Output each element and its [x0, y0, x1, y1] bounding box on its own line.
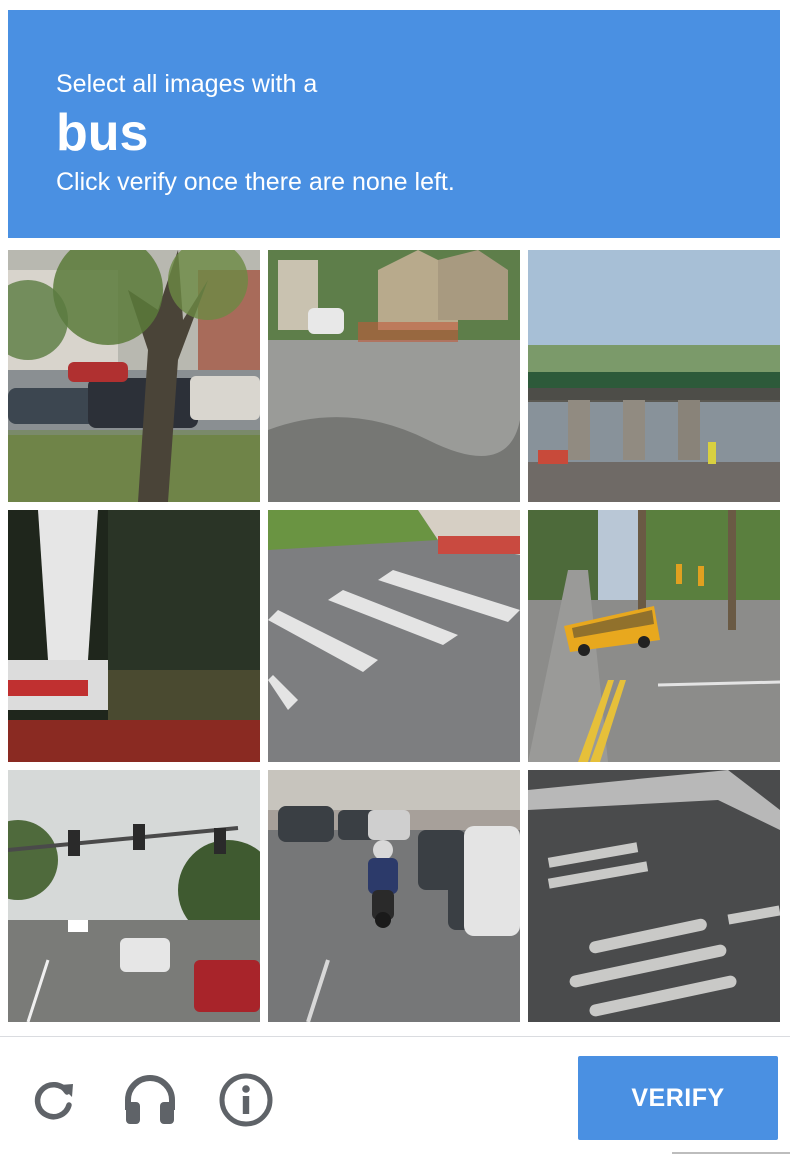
footer-divider [0, 1036, 790, 1037]
tile-8-image [268, 770, 520, 1022]
audio-challenge-icon[interactable] [122, 1072, 178, 1128]
tile-9-image [528, 770, 780, 1022]
reload-icon[interactable] [26, 1072, 82, 1128]
image-tile-5[interactable] [268, 510, 520, 762]
image-tile-4[interactable] [8, 510, 260, 762]
image-tile-9[interactable] [528, 770, 780, 1022]
tile-2-image [268, 250, 520, 502]
challenge-header: Select all images with a bus Click verif… [8, 10, 780, 238]
verify-button[interactable]: VERIFY [578, 1056, 778, 1140]
info-icon[interactable] [218, 1072, 274, 1128]
image-tile-6[interactable] [528, 510, 780, 762]
image-tile-1[interactable] [8, 250, 260, 502]
target-keyword: bus [56, 104, 149, 162]
image-tile-8[interactable] [268, 770, 520, 1022]
image-tile-3[interactable] [528, 250, 780, 502]
image-tile-2[interactable] [268, 250, 520, 502]
tile-4-image [8, 510, 260, 762]
tile-5-image [268, 510, 520, 762]
tile-6-image [528, 510, 780, 762]
image-grid [8, 250, 780, 1022]
tile-3-image [528, 250, 780, 502]
tile-7-image [8, 770, 260, 1022]
image-tile-7[interactable] [8, 770, 260, 1022]
bottom-border [672, 1152, 790, 1154]
instruction-text: Select all images with a [56, 70, 318, 98]
instruction-subtext: Click verify once there are none left. [56, 168, 455, 196]
tile-1-image [8, 250, 260, 502]
